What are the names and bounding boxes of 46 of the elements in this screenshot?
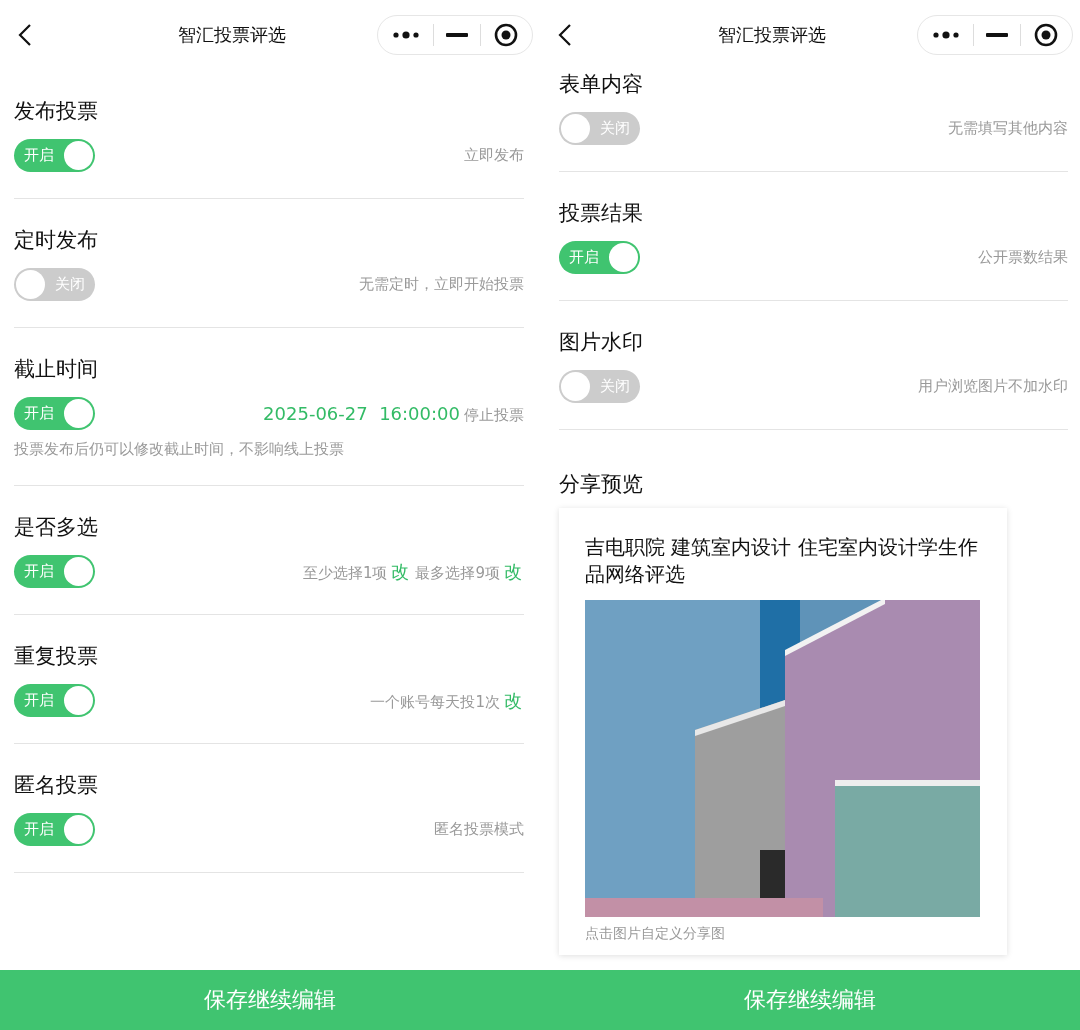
share-card[interactable]: 吉电职院 建筑室内设计 住宅室内设计学生作品网络评选 点击图片自定义分享图 bbox=[559, 508, 1007, 955]
toggle-switch[interactable]: 开启 bbox=[14, 139, 95, 172]
back-icon[interactable] bbox=[18, 23, 32, 47]
setting-description: 立即发布 bbox=[464, 146, 524, 165]
setting-description: 公开票数结果 bbox=[978, 248, 1068, 267]
setting-description: 无需定时，立即开始投票 bbox=[359, 275, 524, 294]
setting-description: 停止投票 bbox=[464, 405, 524, 425]
setting-note: 投票发布后仍可以修改截止时间，不影响线上投票 bbox=[14, 440, 345, 459]
section-title: 分享预览 bbox=[559, 471, 644, 498]
setting-description: 至少选择1项 bbox=[302, 563, 388, 583]
deadline-value[interactable]: 2025-06-27 16:00:00 bbox=[263, 402, 460, 424]
setting-description: 一个账号每天投1次 bbox=[370, 692, 500, 712]
setting-description: 用户浏览图片不加水印 bbox=[918, 377, 1068, 396]
setting-title: 重复投票 bbox=[14, 643, 99, 670]
card-title: 吉电职院 建筑室内设计 住宅室内设计学生作品网络评选 bbox=[585, 534, 979, 588]
save-button[interactable]: 保存继续编辑 bbox=[0, 970, 540, 1030]
setting-title: 投票结果 bbox=[559, 200, 644, 227]
edit-link[interactable]: 改 bbox=[504, 559, 522, 584]
edit-link[interactable]: 改 bbox=[504, 688, 522, 713]
setting-description: 最多选择9项 bbox=[415, 563, 500, 583]
setting-description: 匿名投票模式 bbox=[434, 820, 524, 839]
setting-title: 发布投票 bbox=[14, 98, 99, 125]
setting-title: 匿名投票 bbox=[14, 772, 99, 799]
toggle-switch[interactable]: 开启 bbox=[14, 813, 95, 846]
setting-title: 表单内容 bbox=[559, 71, 644, 98]
close-icon[interactable] bbox=[493, 23, 518, 47]
toggle-switch[interactable]: 开启 bbox=[14, 555, 95, 588]
setting-description: 无需填写其他内容 bbox=[948, 119, 1068, 138]
more-icon[interactable] bbox=[392, 30, 421, 40]
minimize-icon[interactable] bbox=[985, 33, 1008, 37]
save-button[interactable]: 保存继续编辑 bbox=[540, 970, 1080, 1030]
more-icon[interactable] bbox=[932, 30, 961, 40]
setting-title: 图片水印 bbox=[559, 329, 644, 356]
edit-link[interactable]: 改 bbox=[391, 559, 410, 584]
close-icon[interactable] bbox=[1033, 23, 1058, 47]
toggle-switch[interactable]: 开启 bbox=[14, 397, 95, 430]
share-hint: 点击图片自定义分享图 bbox=[585, 925, 726, 943]
back-icon[interactable] bbox=[558, 23, 572, 47]
minimize-icon[interactable] bbox=[445, 33, 468, 37]
setting-title: 定时发布 bbox=[14, 227, 99, 254]
toggle-switch[interactable]: 开启 bbox=[559, 241, 640, 274]
page-title: 智汇投票评选 bbox=[176, 23, 287, 47]
setting-title: 是否多选 bbox=[14, 514, 99, 541]
setting-title: 截止时间 bbox=[14, 356, 99, 383]
page-title: 智汇投票评选 bbox=[716, 23, 827, 47]
toggle-switch[interactable]: 开启 bbox=[14, 684, 95, 717]
